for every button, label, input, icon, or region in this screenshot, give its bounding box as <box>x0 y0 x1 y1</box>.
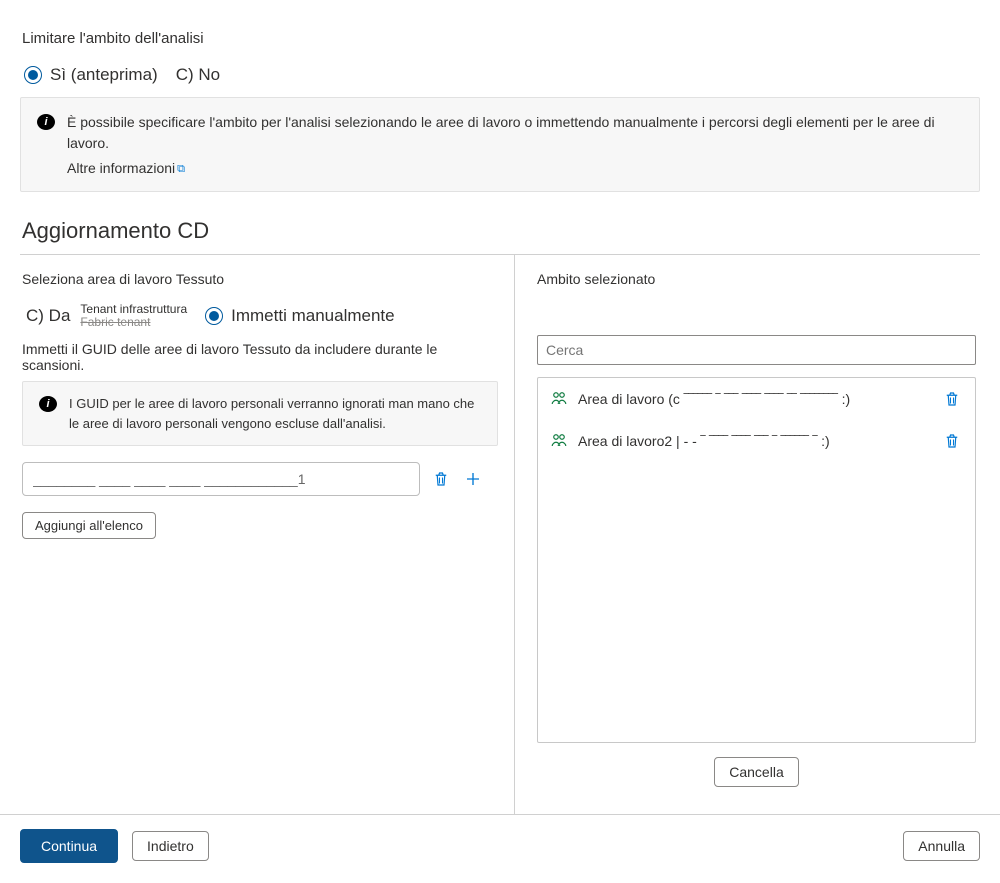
guid-input[interactable] <box>22 462 420 496</box>
trash-icon <box>432 470 450 488</box>
delete-item-button[interactable] <box>941 430 963 452</box>
list-item-label: Area di lavoro (c ‾‾‾‾‾‾ ‾ ‾‾‾ ‾‾‾‾ ‾‾‾‾… <box>578 391 931 407</box>
radio-dot-icon <box>205 307 223 325</box>
info-text: È possibile specificare l'ambito per l'a… <box>67 112 963 154</box>
list-item: Area di lavoro (c ‾‾‾‾‾‾ ‾ ‾‾‾ ‾‾‾‾ ‾‾‾‾… <box>538 378 975 420</box>
info-banner-scope: i È possibile specificare l'ambito per l… <box>20 97 980 192</box>
workspace-icon <box>550 389 568 410</box>
info-icon: i <box>37 114 55 130</box>
tenant-text: Tenant infrastruttura <box>80 302 187 316</box>
tenant-strike: Fabric tenant <box>80 315 150 329</box>
plus-icon <box>464 470 482 488</box>
workspace-icon <box>550 431 568 452</box>
radio-da[interactable]: C) Da <box>26 306 70 326</box>
info-banner-guid: i I GUID per le aree di lavoro personali… <box>22 381 498 446</box>
add-to-list-button[interactable]: Aggiungi all'elenco <box>22 512 156 539</box>
radio-no[interactable]: C) No <box>176 65 220 85</box>
list-item: Area di lavoro2 | - - ‾ ‾‾‾‾ ‾‾‾‾ ‾‾‾ ‾ … <box>538 420 975 462</box>
delete-guid-button[interactable] <box>430 468 452 490</box>
delete-item-button[interactable] <box>941 388 963 410</box>
info-guid-text: I GUID per le aree di lavoro personali v… <box>69 394 481 433</box>
radio-yes[interactable]: Sì (anteprima) <box>24 65 158 85</box>
right-subheading: Ambito selezionato <box>537 271 976 287</box>
continue-button[interactable]: Continua <box>20 829 118 863</box>
radio-yes-label: Sì (anteprima) <box>50 65 158 85</box>
back-button[interactable]: Indietro <box>132 831 209 861</box>
radio-da-label: C) Da <box>26 306 70 326</box>
list-item-label: Area di lavoro2 | - - ‾ ‾‾‾‾ ‾‾‾‾ ‾‾‾ ‾ … <box>578 433 931 449</box>
radio-manual[interactable]: Immetti manualmente <box>205 306 394 326</box>
right-column: Ambito selezionato Area di lavoro (c ‾‾‾… <box>515 255 980 814</box>
section-title: Aggiornamento CD <box>22 218 980 250</box>
trash-icon <box>943 390 961 408</box>
radio-no-label: C) No <box>176 65 220 85</box>
scope-list: Area di lavoro (c ‾‾‾‾‾‾ ‾ ‾‾‾ ‾‾‾‾ ‾‾‾‾… <box>537 377 976 743</box>
search-input[interactable] <box>537 335 976 365</box>
cancel-button[interactable]: Annulla <box>903 831 980 861</box>
clear-button[interactable]: Cancella <box>714 757 798 787</box>
source-radio-group: C) Da Tenant infrastruttura Fabric tenan… <box>26 303 498 329</box>
trash-icon <box>943 432 961 450</box>
page-heading: Limitare l'ambito dell'analisi <box>22 30 980 47</box>
left-column: Seleziona area di lavoro Tessuto C) Da T… <box>20 255 515 814</box>
info-icon: i <box>39 396 57 412</box>
radio-dot-icon <box>24 66 42 84</box>
footer: Continua Indietro Annulla <box>0 814 1000 883</box>
scope-radio-group: Sì (anteprima) C) No <box>24 65 980 85</box>
radio-manual-label: Immetti manualmente <box>231 306 394 326</box>
more-info-link[interactable]: Altre informazioni <box>67 160 185 177</box>
tenant-label: Tenant infrastruttura Fabric tenant <box>80 303 187 329</box>
guid-desc: Immetti il GUID delle aree di lavoro Tes… <box>22 341 498 373</box>
left-subheading: Seleziona area di lavoro Tessuto <box>22 271 498 287</box>
add-guid-button[interactable] <box>462 468 484 490</box>
